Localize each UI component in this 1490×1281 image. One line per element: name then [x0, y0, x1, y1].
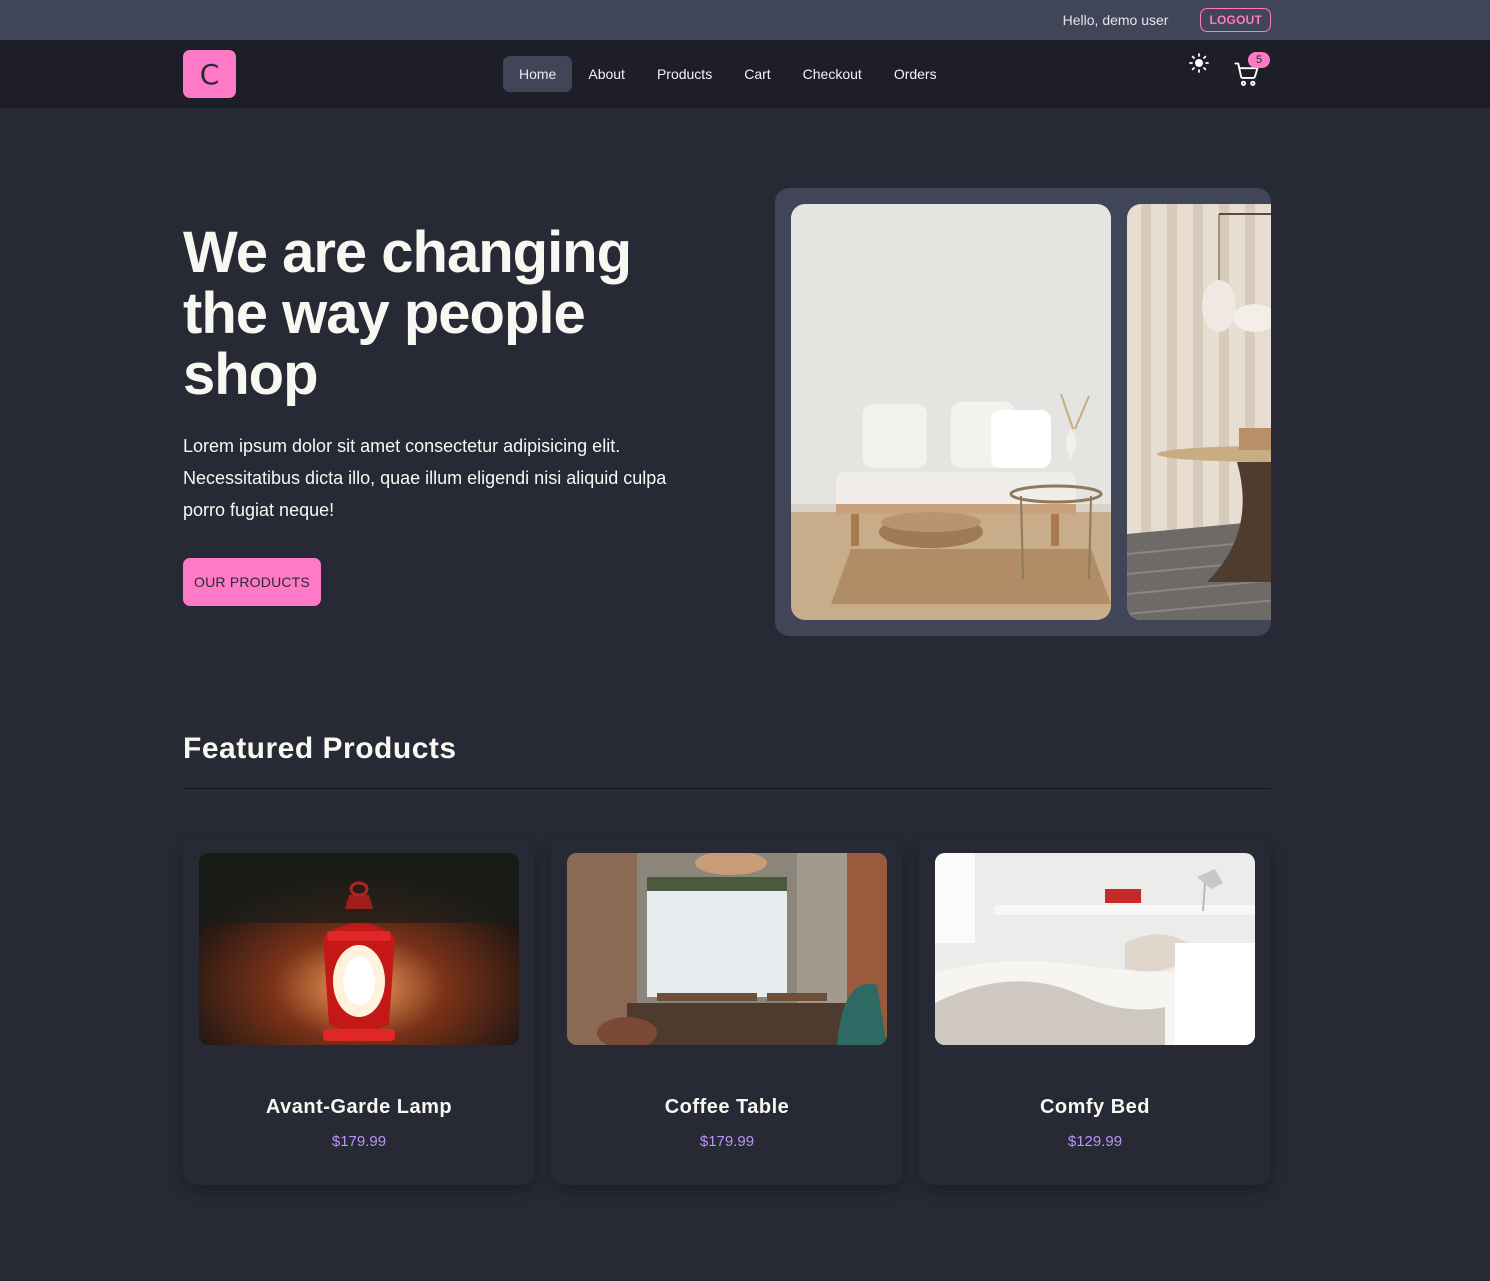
- nav-link-orders[interactable]: Orders: [878, 56, 953, 92]
- product-image-lamp: [199, 853, 519, 1045]
- product-price: $129.99: [1067, 1133, 1123, 1150]
- product-image-coffee-table: [567, 853, 887, 1045]
- featured-products-title: Featured Products: [183, 732, 457, 765]
- nav-link-cart[interactable]: Cart: [728, 56, 786, 92]
- nav-link-about[interactable]: About: [572, 56, 641, 92]
- product-title: Comfy Bed: [1039, 1096, 1151, 1118]
- nav-links: Home About Products Cart Checkout Orders: [503, 56, 953, 92]
- nav-link-checkout[interactable]: Checkout: [787, 56, 878, 92]
- product-price: $179.99: [699, 1133, 755, 1150]
- carousel-image-sofa: [791, 204, 1111, 620]
- cart-count-badge: 5: [1248, 52, 1270, 68]
- product-card-coffee-table[interactable]: Coffee Table $179.99: [551, 837, 903, 1185]
- product-title: Avant-Garde Lamp: [265, 1096, 453, 1118]
- logout-button[interactable]: LOGOUT: [1200, 8, 1271, 32]
- top-bar: Hello, demo user LOGOUT: [0, 0, 1490, 40]
- our-products-button[interactable]: OUR PRODUCTS: [183, 558, 321, 606]
- hero-carousel[interactable]: [775, 188, 1271, 636]
- section-divider: [183, 788, 1271, 789]
- product-title: Coffee Table: [664, 1096, 790, 1118]
- nav-link-products[interactable]: Products: [641, 56, 728, 92]
- carousel-image-table: [1127, 204, 1271, 620]
- cart-button[interactable]: 5: [1233, 52, 1273, 90]
- hero-title: We are changing the way people shop: [183, 220, 632, 407]
- sun-icon[interactable]: [1188, 52, 1210, 74]
- navbar: C Home About Products Cart Checkout Orde…: [0, 40, 1490, 108]
- logo-link[interactable]: C: [183, 50, 236, 98]
- hero-description: Lorem ipsum dolor sit amet consectetur a…: [183, 436, 667, 520]
- greeting-text: Hello, demo user: [1062, 12, 1169, 28]
- product-card-bed[interactable]: Comfy Bed $129.99: [919, 837, 1271, 1185]
- product-image-bed: [935, 853, 1255, 1045]
- product-price: $179.99: [331, 1133, 387, 1150]
- nav-link-home[interactable]: Home: [503, 56, 573, 92]
- product-card-lamp[interactable]: Avant-Garde Lamp $179.99: [183, 837, 535, 1185]
